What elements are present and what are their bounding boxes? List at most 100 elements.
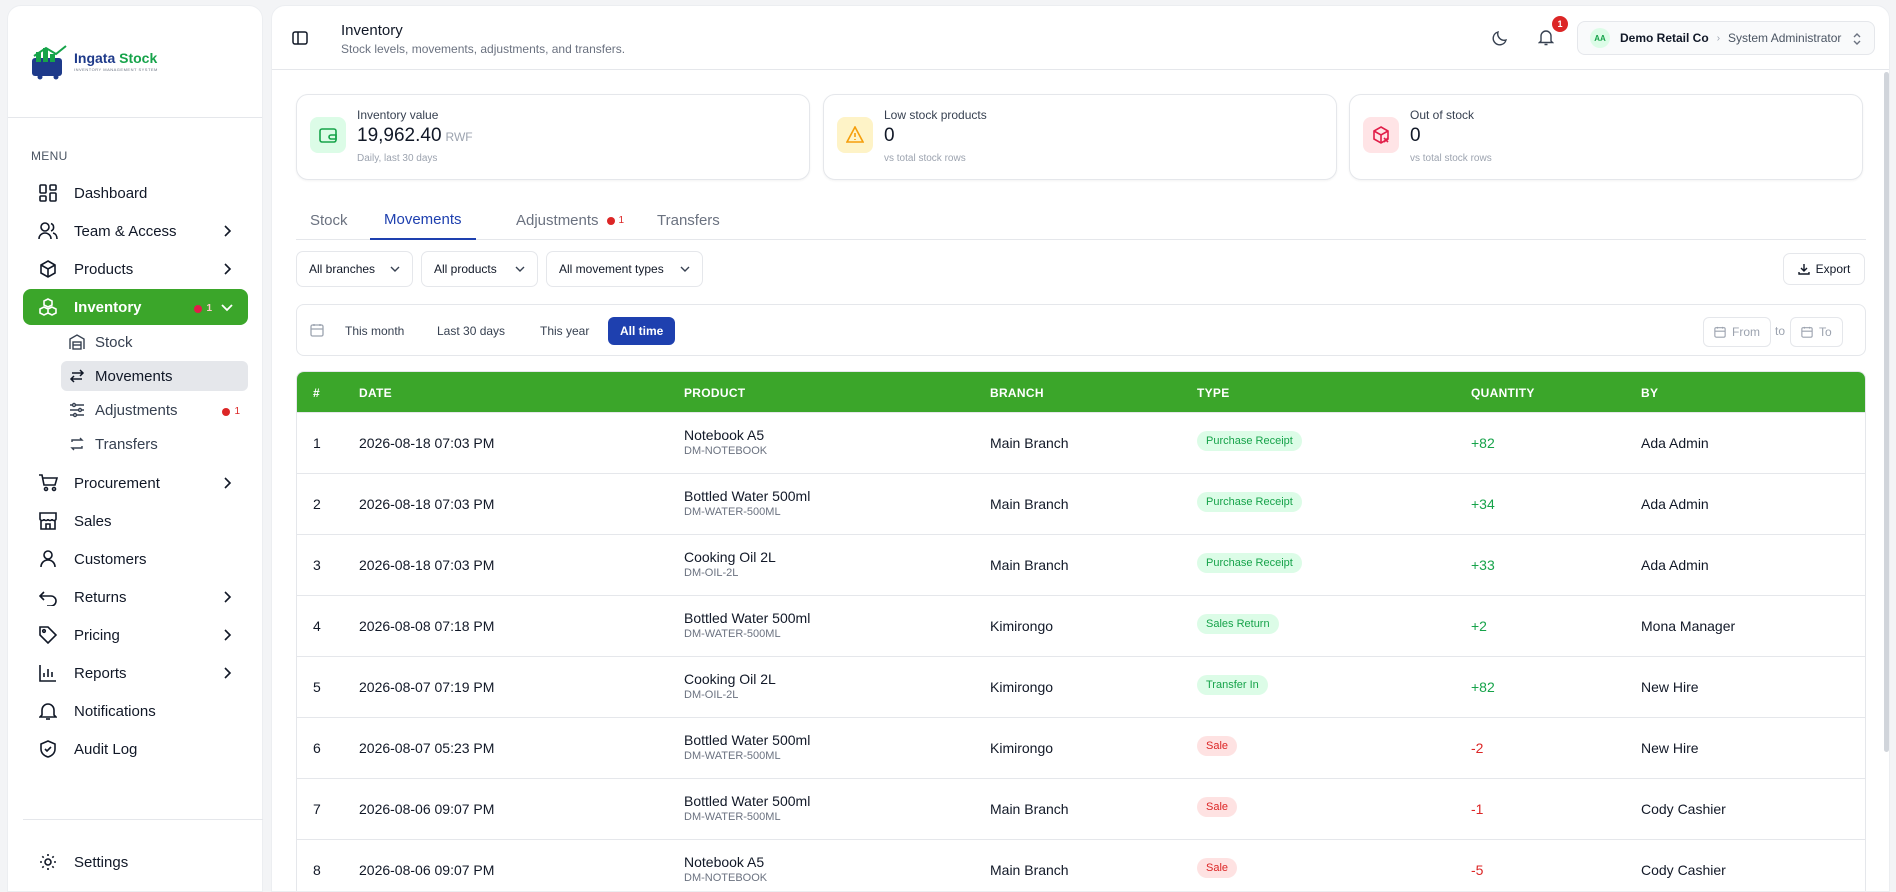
topbar: Inventory Stock levels, movements, adjus… — [272, 6, 1889, 70]
brand-logo[interactable]: Ingata Stock INVENTORY MANAGEMENT SYSTEM — [30, 44, 158, 80]
tab-stock[interactable]: Stock — [296, 201, 362, 240]
sidebar-subitem-stock[interactable]: Stock — [61, 327, 248, 357]
sidebar-item-reports[interactable]: Reports — [23, 655, 248, 691]
preset-all-time[interactable]: All time — [608, 317, 676, 345]
product-sku: DM-NOTEBOOK — [684, 445, 768, 457]
sidebar-item-settings[interactable]: Settings — [23, 844, 248, 880]
sidebar-subitem-label: Transfers — [95, 435, 158, 453]
preset-this-year[interactable]: This year — [528, 317, 601, 345]
brand-name-accent: Stock — [119, 50, 158, 66]
sidebar-subitem-transfers[interactable]: Transfers — [61, 429, 248, 459]
tab-movements[interactable]: Movements — [370, 201, 476, 240]
user-role: System Administrator — [1728, 31, 1842, 45]
cell-product: Bottled Water 500ml DM-WATER-500ML — [684, 610, 810, 640]
preset-this-month[interactable]: This month — [333, 317, 416, 345]
preset-last-30-days[interactable]: Last 30 days — [425, 317, 517, 345]
sidebar-item-team-access[interactable]: Team & Access — [23, 213, 248, 249]
table-row[interactable]: 3 2026-08-18 07:03 PM Cooking Oil 2L DM-OIL… — [297, 534, 1865, 595]
col-header-type[interactable]: TYPE — [1197, 386, 1230, 400]
date-to-placeholder: To — [1819, 325, 1832, 339]
sidebar-subitem-label: Adjustments — [95, 401, 178, 419]
cell-date: 2026-08-06 09:07 PM — [359, 801, 495, 817]
col-header-quantity[interactable]: QUANTITY — [1471, 386, 1535, 400]
cell-number: 3 — [313, 557, 321, 573]
sidebar-item-audit-log[interactable]: Audit Log — [23, 731, 248, 767]
sidebar-subitem-movements[interactable]: Movements — [61, 361, 248, 391]
cell-product: Cooking Oil 2L DM-OIL-2L — [684, 671, 776, 701]
brand-tagline: INVENTORY MANAGEMENT SYSTEM — [74, 67, 158, 72]
notification-count-badge: 1 — [1552, 16, 1568, 32]
cell-product: Bottled Water 500ml DM-WATER-500ML — [684, 488, 810, 518]
tab-label: Adjustments — [516, 212, 599, 229]
sidebar-item-inventory[interactable]: Inventory 1 — [23, 289, 248, 325]
movement-type-filter[interactable]: All movement types — [546, 251, 703, 287]
box-icon — [38, 259, 58, 279]
badge-count: 1 — [206, 303, 212, 314]
col-header-date[interactable]: DATE — [359, 386, 392, 400]
sidebar-item-dashboard[interactable]: Dashboard — [23, 175, 248, 211]
date-to-input[interactable]: To — [1790, 317, 1843, 347]
table-row[interactable]: 8 2026-08-06 09:07 PM Notebook A5 DM-NOTEBO… — [297, 839, 1865, 891]
sidebar-item-label: Returns — [74, 588, 127, 606]
kpi-label: Out of stock — [1410, 108, 1475, 122]
cell-quantity: -1 — [1471, 801, 1484, 817]
sidebar-item-label: Procurement — [74, 474, 160, 492]
kpi-subtext: Daily, last 30 days — [357, 153, 438, 164]
table-row[interactable]: 4 2026-08-08 07:18 PM Bottled Water 500ml D… — [297, 595, 1865, 656]
cell-by: New Hire — [1641, 679, 1699, 695]
scrollbar[interactable] — [1884, 72, 1889, 752]
branch-filter[interactable]: All branches — [296, 251, 413, 287]
kpi-low-stock: Low stock products 0 vs total stock rows — [823, 94, 1337, 180]
cell-by: Ada Admin — [1641, 435, 1709, 451]
org-switcher[interactable]: AA Demo Retail Co › System Administrator — [1577, 21, 1875, 55]
cell-by: New Hire — [1641, 740, 1699, 756]
table-row[interactable]: 2 2026-08-18 07:03 PM Bottled Water 500ml D… — [297, 473, 1865, 534]
sidebar-item-returns[interactable]: Returns — [23, 579, 248, 615]
sidebar-item-notifications[interactable]: Notifications — [23, 693, 248, 729]
date-from-input[interactable]: From — [1703, 317, 1771, 347]
sidebar-item-procurement[interactable]: Procurement — [23, 465, 248, 501]
col-header-by[interactable]: BY — [1641, 386, 1658, 400]
product-name: Bottled Water 500ml — [684, 732, 811, 748]
sidebar-item-label: Pricing — [74, 626, 120, 644]
sidebar-item-products[interactable]: Products — [23, 251, 248, 287]
export-button[interactable]: Export — [1783, 253, 1865, 285]
sidebar-item-sales[interactable]: Sales — [23, 503, 248, 539]
notifications-bell-icon[interactable] — [1538, 29, 1554, 46]
cell-branch: Main Branch — [990, 801, 1069, 817]
date-to-label: to — [1775, 324, 1786, 338]
repeat-icon — [69, 436, 85, 452]
sidebar-subitem-adjustments[interactable]: Adjustments 1 — [61, 395, 248, 425]
kpi-value: 0 — [1410, 125, 1421, 146]
table-row[interactable]: 7 2026-08-06 09:07 PM Bottled Water 500ml D… — [297, 778, 1865, 839]
table-body: 1 2026-08-18 07:03 PM Notebook A5 DM-NOTEBO… — [297, 412, 1865, 891]
inventory-badge: 1 — [194, 303, 212, 314]
cell-quantity: +82 — [1471, 435, 1495, 451]
moon-icon[interactable] — [1492, 30, 1508, 46]
cell-date: 2026-08-08 07:18 PM — [359, 618, 495, 634]
col-header-branch[interactable]: BRANCH — [990, 386, 1044, 400]
table-row[interactable]: 1 2026-08-18 07:03 PM Notebook A5 DM-NOTEBO… — [297, 412, 1865, 473]
table-row[interactable]: 6 2026-08-07 05:23 PM Bottled Water 500ml D… — [297, 717, 1865, 778]
tab-adjustments[interactable]: Adjustments 1 — [502, 201, 638, 240]
chevron-right-icon — [224, 629, 232, 641]
sidebar-toggle-icon[interactable] — [292, 30, 308, 46]
wallet-icon — [310, 117, 346, 153]
cell-date: 2026-08-06 09:07 PM — [359, 862, 495, 878]
warehouse-icon — [69, 334, 85, 350]
tab-transfers[interactable]: Transfers — [643, 201, 734, 240]
badge-dot — [222, 407, 231, 416]
sidebar-item-pricing[interactable]: Pricing — [23, 617, 248, 653]
chevron-updown-icon — [1853, 33, 1861, 45]
table-row[interactable]: 5 2026-08-07 07:19 PM Cooking Oil 2L DM-OIL… — [297, 656, 1865, 717]
shield-icon — [38, 739, 58, 759]
table-header: # DATE PRODUCT BRANCH TYPE QUANTITY BY — [297, 372, 1865, 412]
cell-date: 2026-08-07 07:19 PM — [359, 679, 495, 695]
col-header-product[interactable]: PRODUCT — [684, 386, 745, 400]
cell-quantity: -2 — [1471, 740, 1484, 756]
menu-label: MENU — [31, 149, 68, 163]
movement-type-filter-value: All movement types — [559, 262, 664, 276]
product-filter[interactable]: All products — [421, 251, 538, 287]
chart-icon — [38, 663, 58, 683]
sidebar-item-customers[interactable]: Customers — [23, 541, 248, 577]
